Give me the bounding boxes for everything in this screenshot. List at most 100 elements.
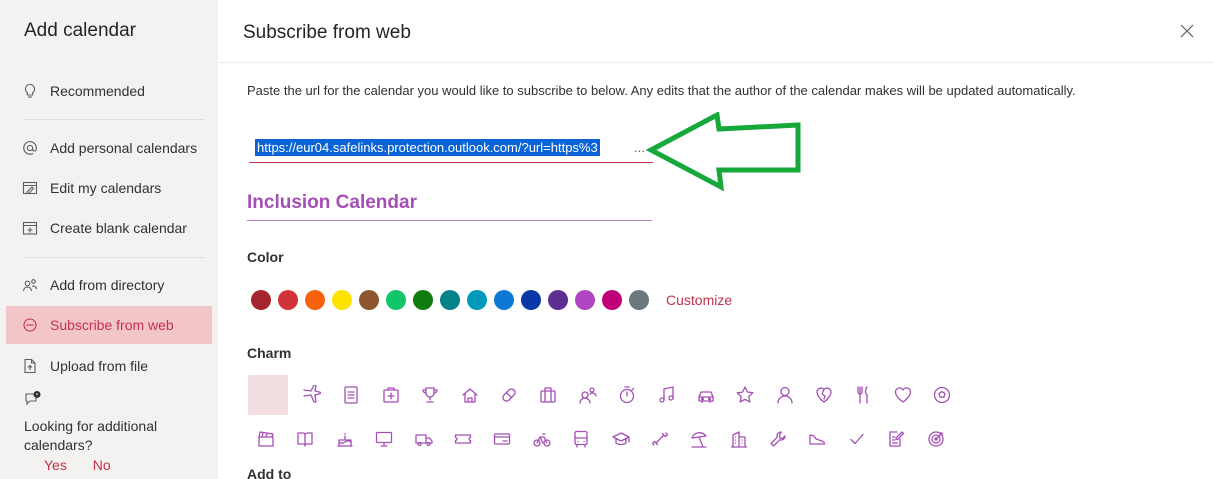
sidebar-item-add-personal[interactable]: Add personal calendars (6, 129, 212, 167)
stopwatch-charm-button[interactable] (609, 377, 645, 413)
no-charm-button[interactable] (248, 375, 288, 415)
graduation-cap-charm-button[interactable] (603, 421, 639, 457)
bus-icon (574, 430, 588, 448)
people-charm-button[interactable] (570, 377, 606, 413)
sidebar-item-recommended[interactable]: Recommended (6, 72, 212, 110)
url-input-value: https://eur04.safelinks.protection.outlo… (255, 139, 600, 156)
dumbbell-charm-button[interactable] (642, 421, 678, 457)
car-icon (698, 391, 714, 404)
clipboard-edit-charm-button[interactable] (878, 421, 914, 457)
additional-calendars-text: Looking for additional calendars? (24, 418, 158, 453)
music-note-icon (658, 386, 674, 403)
ticket-icon (454, 434, 472, 444)
credit-card-charm-button[interactable] (484, 421, 520, 457)
bus-charm-button[interactable] (563, 421, 599, 457)
sidebar-item-upload-file[interactable]: Upload from file (6, 347, 212, 385)
beach-umbrella-icon (691, 432, 707, 448)
color-swatch[interactable] (413, 290, 433, 310)
sidebar-item-edit-calendars[interactable]: Edit my calendars (6, 169, 212, 207)
soccer-ball-icon (934, 386, 951, 404)
close-button[interactable] (1178, 22, 1196, 40)
color-swatch[interactable] (386, 290, 406, 310)
shoe-charm-button[interactable] (799, 421, 835, 457)
color-swatch[interactable] (521, 290, 541, 310)
calendar-url-input[interactable]: https://eur04.safelinks.protection.outlo… (249, 133, 653, 163)
stopwatch-icon (619, 386, 635, 404)
color-swatch[interactable] (359, 290, 379, 310)
first-aid-icon (383, 387, 399, 403)
soccer-ball-charm-button[interactable] (924, 377, 960, 413)
color-swatch[interactable] (440, 290, 460, 310)
briefcase-charm-button[interactable] (530, 377, 566, 413)
bicycle-charm-button[interactable] (524, 421, 560, 457)
sidebar-item-label: Subscribe from web (50, 317, 174, 333)
building-icon (730, 431, 747, 448)
color-swatch[interactable] (332, 290, 352, 310)
target-icon (927, 431, 944, 447)
heart-broken-charm-button[interactable] (806, 377, 842, 413)
color-swatch[interactable] (629, 290, 649, 310)
chat-info-icon (24, 391, 42, 412)
cake-icon (337, 432, 353, 447)
color-swatch[interactable] (575, 290, 595, 310)
url-overflow-ellipsis: ... (634, 140, 645, 155)
edit-calendar-icon (14, 180, 46, 196)
add-calendar-icon (14, 220, 46, 236)
clapperboard-charm-button[interactable] (248, 421, 284, 457)
add-calendar-dialog: Add calendar Recommended Add personal ca… (0, 0, 1214, 479)
monitor-charm-button[interactable] (366, 421, 402, 457)
heart-charm-button[interactable] (885, 377, 921, 413)
checkmark-charm-button[interactable] (839, 421, 875, 457)
calendar-name-value: Inclusion Calendar (247, 192, 417, 213)
music-note-charm-button[interactable] (649, 377, 685, 413)
no-link[interactable]: No (93, 457, 111, 473)
sidebar-item-label: Recommended (50, 83, 145, 99)
page-title: Subscribe from web (243, 22, 411, 43)
charm-label: Charm (247, 345, 292, 361)
color-swatch[interactable] (305, 290, 325, 310)
wrench-charm-button[interactable] (760, 421, 796, 457)
sidebar: Add calendar Recommended Add personal ca… (0, 0, 218, 479)
airplane-charm-button[interactable] (294, 377, 330, 413)
lightbulb-icon (14, 83, 46, 99)
airplane-icon (303, 385, 322, 403)
sidebar-item-subscribe-web[interactable]: Subscribe from web (6, 306, 212, 344)
color-swatch[interactable] (602, 290, 622, 310)
customize-color-link[interactable]: Customize (666, 292, 732, 308)
book-charm-button[interactable] (287, 421, 323, 457)
car-charm-button[interactable] (688, 377, 724, 413)
notepad-charm-button[interactable] (333, 377, 369, 413)
yes-link[interactable]: Yes (44, 457, 67, 473)
sidebar-item-label: Add from directory (50, 277, 165, 293)
fork-knife-icon (857, 386, 869, 404)
person-charm-button[interactable] (767, 377, 803, 413)
file-upload-icon (14, 358, 46, 374)
home-charm-button[interactable] (452, 377, 488, 413)
clipboard-edit-icon (889, 431, 905, 447)
ticket-charm-button[interactable] (445, 421, 481, 457)
target-charm-button[interactable] (918, 421, 954, 457)
calendar-name-input[interactable]: Inclusion Calendar (247, 188, 652, 221)
building-charm-button[interactable] (721, 421, 757, 457)
sidebar-item-create-blank[interactable]: Create blank calendar (6, 209, 212, 247)
beach-umbrella-charm-button[interactable] (681, 421, 717, 457)
color-swatch[interactable] (251, 290, 271, 310)
color-swatch[interactable] (278, 290, 298, 310)
wrench-icon (770, 431, 786, 447)
truck-charm-button[interactable] (406, 421, 442, 457)
annotation-arrow-icon (645, 112, 801, 192)
fork-knife-charm-button[interactable] (845, 377, 881, 413)
charm-picker (248, 375, 964, 459)
dumbbell-icon (651, 432, 669, 446)
color-swatch[interactable] (494, 290, 514, 310)
cake-charm-button[interactable] (327, 421, 363, 457)
sidebar-item-add-directory[interactable]: Add from directory (6, 266, 212, 304)
first-aid-charm-button[interactable] (373, 377, 409, 413)
shoe-icon (809, 434, 826, 445)
color-swatch[interactable] (467, 290, 487, 310)
star-charm-button[interactable] (727, 377, 763, 413)
color-swatch[interactable] (548, 290, 568, 310)
pill-charm-button[interactable] (491, 377, 527, 413)
trophy-charm-button[interactable] (412, 377, 448, 413)
pill-icon (502, 388, 516, 402)
